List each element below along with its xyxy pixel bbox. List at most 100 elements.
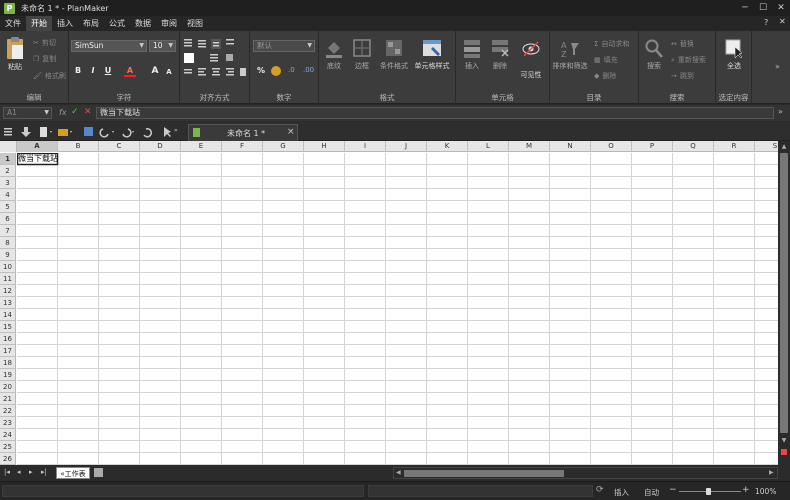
row-header[interactable]: 11 (0, 273, 16, 285)
font-name-select[interactable]: SimSun ▼ (71, 40, 147, 52)
tab-view[interactable]: 视图 (182, 16, 208, 31)
paste-button[interactable]: 粘贴 (3, 36, 27, 72)
autosum-button[interactable]: Σ 自动求和 (594, 39, 629, 49)
column-header[interactable]: N (550, 141, 591, 152)
row-header[interactable]: 22 (0, 405, 16, 417)
quick-toolbar-icons[interactable]: » (4, 126, 182, 138)
row-header[interactable]: 1 (0, 153, 16, 165)
scroll-left-arrow-icon[interactable]: ◀ (396, 469, 401, 476)
cell-area[interactable]: 微当下载站 (17, 153, 778, 465)
underline-button[interactable]: U (102, 65, 114, 77)
formula-bar-expand-icon[interactable]: » (778, 107, 783, 116)
vertical-scrollbar[interactable]: ▲ ▼ (778, 141, 790, 465)
increase-decimal-icon[interactable]: .0 (288, 66, 295, 74)
accept-check-icon[interactable]: ✓ (71, 107, 79, 117)
font-color-button[interactable]: A (124, 65, 136, 77)
row-header[interactable]: 21 (0, 393, 16, 405)
column-header[interactable]: Q (673, 141, 714, 152)
column-header[interactable]: R (714, 141, 755, 152)
row-header[interactable]: 3 (0, 177, 16, 189)
function-icon[interactable]: fx (59, 108, 67, 117)
font-size-select[interactable]: 10 ▼ (149, 40, 176, 52)
bold-button[interactable]: B (72, 65, 84, 77)
row-header[interactable]: 20 (0, 381, 16, 393)
conditional-format-button[interactable]: 条件格式 (377, 39, 411, 71)
help-button[interactable]: ? (764, 18, 768, 27)
zoom-in-icon[interactable]: + (742, 485, 750, 495)
row-header[interactable]: 6 (0, 213, 16, 225)
row-header[interactable]: 4 (0, 189, 16, 201)
tab-data[interactable]: 数据 (130, 16, 156, 31)
vertical-scroll-thumb[interactable] (780, 153, 788, 433)
column-header[interactable]: B (58, 141, 99, 152)
sort-filter-button[interactable]: AZ 排序和筛选 (552, 39, 588, 71)
last-sheet-icon[interactable]: ▸| (41, 468, 47, 476)
ribbon-expand-icon[interactable]: » (775, 62, 780, 71)
scroll-right-arrow-icon[interactable]: ▶ (769, 469, 774, 476)
split-marker-icon[interactable] (781, 449, 787, 455)
zoom-slider-thumb[interactable] (706, 488, 711, 495)
row-header[interactable]: 12 (0, 285, 16, 297)
insert-cells-button[interactable]: 插入 (460, 39, 484, 71)
tab-formulas[interactable]: 公式 (104, 16, 130, 31)
column-header[interactable]: L (468, 141, 509, 152)
formula-input[interactable]: 微当下载站 (96, 107, 774, 119)
format-painter-button[interactable]: 🖌 格式刷 (33, 71, 66, 81)
row-header[interactable]: 8 (0, 237, 16, 249)
row-header[interactable]: 23 (0, 417, 16, 429)
search-button[interactable]: 搜索 (643, 39, 665, 71)
border-button[interactable]: 边框 (349, 39, 375, 71)
grow-font-button[interactable]: A (149, 65, 161, 77)
row-header[interactable]: 14 (0, 309, 16, 321)
zoom-out-icon[interactable]: − (669, 485, 677, 495)
close-document-button[interactable]: ✕ (779, 17, 786, 26)
tab-layout[interactable]: 布局 (78, 16, 104, 31)
decrease-decimal-icon[interactable]: .00 (303, 66, 314, 74)
row-header[interactable]: 13 (0, 297, 16, 309)
cell-a1[interactable]: 微当下载站 (17, 153, 58, 165)
cut-button[interactable]: ✂ 剪切 (33, 38, 56, 48)
column-header[interactable]: I (345, 141, 386, 152)
percent-button[interactable]: % (255, 65, 267, 77)
row-header[interactable]: 15 (0, 321, 16, 333)
row-header[interactable]: 9 (0, 249, 16, 261)
column-header[interactable]: F (222, 141, 263, 152)
column-header[interactable]: P (632, 141, 673, 152)
row-header[interactable]: 5 (0, 201, 16, 213)
row-header[interactable]: 18 (0, 357, 16, 369)
row-header[interactable]: 17 (0, 345, 16, 357)
fill-button[interactable]: 底纹 (321, 39, 347, 71)
calc-mode-indicator[interactable]: 自动 (644, 487, 659, 498)
horizontal-scroll-thumb[interactable] (404, 470, 564, 477)
select-all-corner[interactable] (0, 141, 17, 152)
maximize-button[interactable]: ☐ (754, 0, 772, 16)
row-header[interactable]: 7 (0, 225, 16, 237)
close-window-button[interactable]: ✕ (772, 0, 790, 16)
search-again-button[interactable]: ⌕ 重新搜索 (671, 55, 706, 65)
row-header[interactable]: 26 (0, 453, 16, 465)
insert-mode-indicator[interactable]: 插入 (614, 487, 629, 498)
scroll-up-arrow-icon[interactable]: ▲ (780, 143, 788, 151)
column-header[interactable]: M (509, 141, 550, 152)
scroll-down-arrow-icon[interactable]: ▼ (780, 437, 788, 445)
select-all-button[interactable]: 全选 (722, 39, 746, 71)
row-header[interactable]: 2 (0, 165, 16, 177)
prev-sheet-icon[interactable]: ◂ (17, 468, 21, 476)
column-header[interactable]: A (17, 141, 58, 152)
column-header[interactable]: H (304, 141, 345, 152)
column-header[interactable]: G (263, 141, 304, 152)
spreadsheet-grid[interactable]: ABCDEFGHIJKLMNOPQRS 1 2 3 4 5 6 7 8 9 10 11 12 13 14 1… (0, 141, 778, 465)
row-header[interactable]: 25 (0, 441, 16, 453)
fill-series-button[interactable]: ▦ 填充 (594, 55, 618, 65)
cell-style-button[interactable]: 单元格样式 (411, 39, 453, 71)
tab-home[interactable]: 开始 (26, 16, 52, 31)
currency-icon[interactable] (271, 66, 281, 76)
zoom-level[interactable]: 100% (755, 487, 776, 496)
column-header[interactable]: E (181, 141, 222, 152)
row-header[interactable]: 19 (0, 369, 16, 381)
clear-button[interactable]: ◆ 删除 (594, 71, 616, 81)
goto-button[interactable]: → 跳到 (671, 71, 694, 81)
minimize-button[interactable]: ─ (736, 0, 754, 16)
column-header[interactable]: C (99, 141, 140, 152)
sheet-tab-active[interactable]: «工作表 1» (56, 467, 90, 490)
